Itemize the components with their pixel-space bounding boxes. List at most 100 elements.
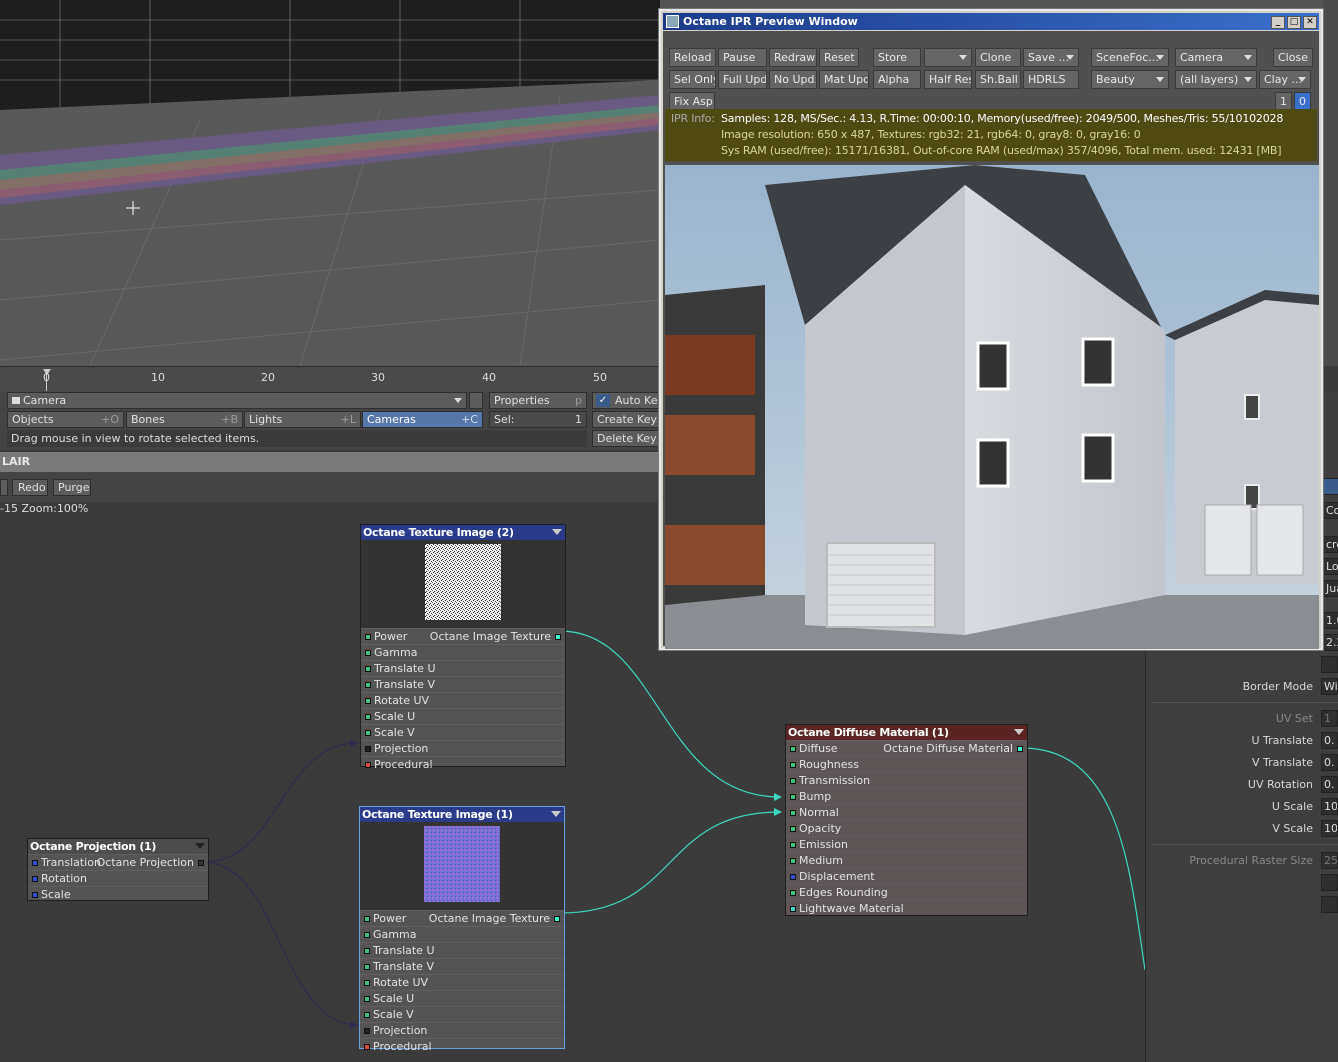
panel-button-stub[interactable] [1321,896,1338,913]
procedural-raster-field[interactable]: 25 [1321,852,1338,869]
node-input-port[interactable]: Gamma [360,926,564,942]
ipr-button-r1-4[interactable]: Store [873,48,921,67]
ipr-button-r1-10[interactable]: Close [1273,48,1313,67]
panel-tab-stub[interactable] [1323,478,1338,495]
node-input-port[interactable]: Edges Rounding [786,884,1027,900]
node-title[interactable]: Octane Texture Image (2) [361,525,565,540]
port-connector-icon[interactable] [365,762,371,768]
ipr-button-r1-7[interactable]: Save ... [1023,48,1079,67]
port-connector-icon[interactable] [790,778,796,784]
side-field[interactable]: Co [1323,502,1338,519]
port-connector-icon[interactable] [32,860,38,866]
port-connector-icon[interactable] [790,810,796,816]
node-texture-image-1[interactable]: Octane Texture Image (1) Power Octane Ima… [359,806,565,1053]
port-connector-icon[interactable] [365,650,371,656]
port-connector-icon[interactable] [364,932,370,938]
port-connector-icon[interactable] [790,746,796,752]
delete-key-button[interactable]: Delete Key [592,430,660,447]
node-input-port[interactable]: Transmission [786,772,1027,788]
port-connector-icon[interactable] [790,858,796,864]
ipr-button-r1-5[interactable] [924,48,972,67]
node-input-port[interactable]: Opacity [786,820,1027,836]
node-projection[interactable]: Octane Projection (1) Translation Octane … [27,838,209,901]
node-input-port[interactable]: Emission [786,836,1027,852]
ipr-button-r2-0[interactable]: Sel Only [669,70,716,89]
ipr-button-r1-9[interactable]: Camera [1175,48,1257,67]
ipr-button-r2-2[interactable]: No Upd. [769,70,817,89]
ipr-button-r1-0[interactable]: Reload [669,48,716,67]
node-input-port[interactable]: Power Octane Image Texture [360,910,564,926]
node-input-port[interactable]: Roughness [786,756,1027,772]
node-title[interactable]: Octane Texture Image (1) [360,807,564,822]
port-connector-icon[interactable] [365,698,371,704]
maximize-icon[interactable]: □ [1287,16,1301,29]
node-texture-image-2[interactable]: Octane Texture Image (2) Power Octane Ima… [360,524,566,771]
ipr-button-r1-3[interactable]: Reset [819,48,859,67]
panel-toggle-button[interactable] [469,392,483,409]
ipr-button-r1-8[interactable]: SceneFoc... [1091,48,1169,67]
node-input-port[interactable]: Lightwave Material [786,900,1027,916]
port-connector-icon[interactable] [364,1044,370,1050]
v-translate-field[interactable]: 0. [1321,754,1338,771]
minimize-icon[interactable]: _ [1271,16,1285,29]
port-connector-icon[interactable] [790,874,796,880]
output-connector-icon[interactable] [198,860,204,866]
side-field[interactable]: Lo [1323,558,1338,575]
camera-select[interactable]: Camera [7,392,467,409]
ipr-title-bar[interactable]: Octane IPR Preview Window _ □ ✕ [663,13,1319,30]
port-connector-icon[interactable] [790,842,796,848]
ipr-button-r2-3[interactable]: Mat Upd [819,70,869,89]
chevron-down-icon[interactable] [551,811,561,817]
u-translate-field[interactable]: 0. [1321,732,1338,749]
close-icon[interactable]: ✕ [1303,16,1317,29]
port-connector-icon[interactable] [32,892,38,898]
port-connector-icon[interactable] [364,948,370,954]
port-connector-icon[interactable] [364,1028,370,1034]
chevron-down-icon[interactable] [1014,729,1024,735]
output-connector-icon[interactable] [555,634,561,640]
node-input-port[interactable]: Projection [361,740,565,756]
side-field[interactable]: Jua [1323,580,1338,597]
properties-button[interactable]: Properties p [489,392,587,409]
ipr-button-r2-9[interactable]: (all layers) [1175,70,1257,89]
ipr-button-r1-6[interactable]: Clone [975,48,1021,67]
port-connector-icon[interactable] [365,634,371,640]
node-diffuse-material[interactable]: Octane Diffuse Material (1) Diffuse Octan… [785,724,1028,916]
port-connector-icon[interactable] [365,730,371,736]
port-connector-icon[interactable] [364,916,370,922]
node-input-port[interactable]: Translation Octane Projection [28,854,208,870]
node-input-port[interactable]: Scale [28,886,208,902]
side-field[interactable]: 2.2 [1323,634,1338,651]
node-input-port[interactable]: Medium [786,852,1027,868]
v-scale-field[interactable]: 10 [1321,820,1338,837]
node-input-port[interactable]: Translate V [360,958,564,974]
node-input-port[interactable]: Diffuse Octane Diffuse Material [786,740,1027,756]
port-connector-icon[interactable] [364,1012,370,1018]
node-input-port[interactable]: Translate U [361,660,565,676]
port-connector-icon[interactable] [365,666,371,672]
timeline[interactable]: 0 10 20 30 40 50 [0,366,660,392]
node-input-port[interactable]: Gamma [361,644,565,660]
objects-button[interactable]: Objects +O [7,411,124,428]
ipr-button-r2-4[interactable]: Alpha [873,70,921,89]
side-field[interactable]: 1.0 [1323,612,1338,629]
output-connector-icon[interactable] [554,916,560,922]
chevron-down-icon[interactable] [552,529,562,535]
node-input-port[interactable]: Scale U [360,990,564,1006]
port-connector-icon[interactable] [32,876,38,882]
panel-button-stub[interactable] [1321,874,1338,891]
port-connector-icon[interactable] [364,964,370,970]
bones-button[interactable]: Bones +B [126,411,243,428]
node-input-port[interactable]: Scale V [360,1006,564,1022]
u-scale-field[interactable]: 10 [1321,798,1338,815]
node-input-port[interactable]: Rotation [28,870,208,886]
border-mode-select-stub[interactable] [1321,656,1338,673]
cameras-button[interactable]: Cameras +C [362,411,483,428]
ipr-button-r2-7[interactable]: HDRLS [1023,70,1079,89]
port-connector-icon[interactable] [790,794,796,800]
port-connector-icon[interactable] [790,826,796,832]
ipr-button-r1-1[interactable]: Pause [718,48,767,67]
port-connector-icon[interactable] [790,890,796,896]
node-input-port[interactable]: Translate V [361,676,565,692]
node-title[interactable]: Octane Diffuse Material (1) [786,725,1027,740]
